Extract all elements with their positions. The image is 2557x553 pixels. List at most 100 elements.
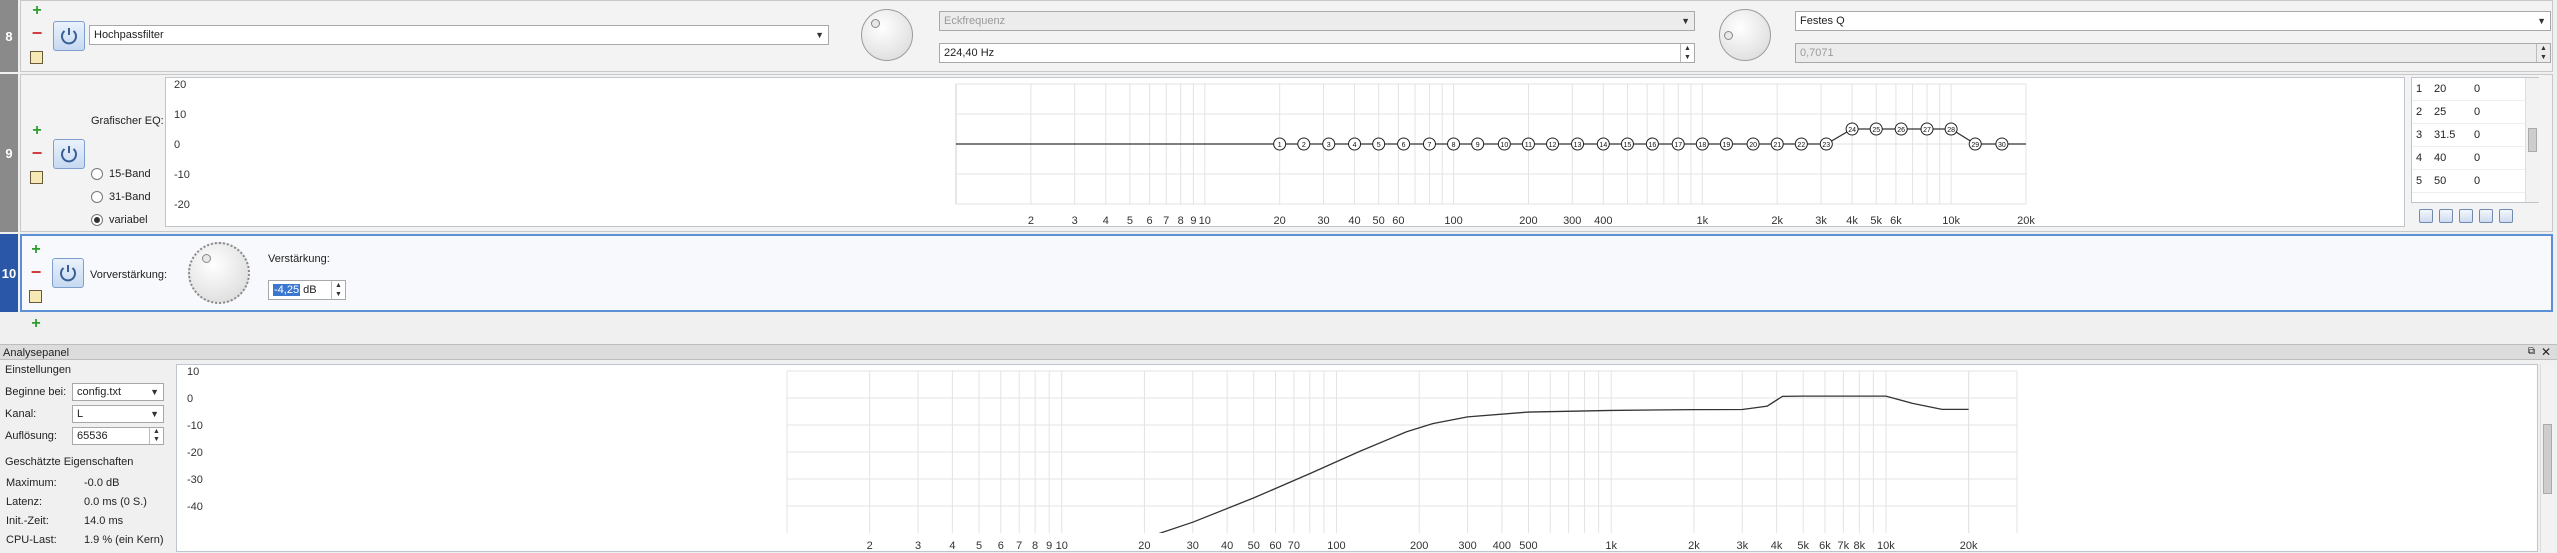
- x-tick-label: 20k: [2017, 215, 2035, 227]
- spin-arrows[interactable]: ▲ ▼: [149, 428, 163, 444]
- x-tick-label: 7k: [1838, 540, 1850, 552]
- minus-icon[interactable]: −: [28, 263, 44, 281]
- power-icon: [61, 28, 77, 45]
- frequency-value: 224,40 Hz: [944, 47, 995, 59]
- eq-band-number: 27: [1923, 127, 1931, 134]
- x-tick-label: 4k: [1771, 540, 1783, 552]
- q-input[interactable]: 0,7071 ▲ ▼: [1795, 43, 2551, 63]
- chevron-down-icon: ▼: [1681, 16, 1690, 26]
- row-number: 9: [0, 74, 18, 232]
- power-button[interactable]: [52, 258, 84, 288]
- knob-marker: [1724, 31, 1733, 40]
- q-knob[interactable]: [1719, 9, 1771, 61]
- x-tick-label: 20: [1138, 540, 1150, 552]
- y-tick-label: 20: [174, 79, 186, 91]
- x-tick-label: 9: [1190, 215, 1196, 227]
- power-button[interactable]: [53, 21, 85, 51]
- prop-value: 0.0 ms (0 S.): [84, 496, 147, 508]
- table-row[interactable]: 5 50 0: [2412, 170, 2538, 193]
- minus-icon[interactable]: −: [29, 144, 45, 162]
- eq-band-number: 9: [1476, 142, 1480, 149]
- frequency-knob[interactable]: [861, 9, 913, 61]
- eq-band-number: 16: [1649, 142, 1657, 149]
- channel-value: L: [77, 408, 84, 420]
- plus-icon[interactable]: +: [28, 242, 44, 258]
- invert-icon[interactable]: [2479, 209, 2493, 223]
- start-label: Beginne bei:: [5, 386, 67, 398]
- load-icon[interactable]: [2419, 209, 2433, 223]
- resolution-input[interactable]: 65536 ▲ ▼: [72, 427, 164, 445]
- radio-31-band[interactable]: [91, 191, 103, 203]
- radio-15-band-label: 15-Band: [109, 168, 151, 180]
- spin-arrows[interactable]: ▲ ▼: [1680, 44, 1694, 62]
- x-tick-label: 7: [1163, 215, 1169, 227]
- preamp-label: Vorverstärkung:: [90, 269, 168, 281]
- eq-band-number: 19: [1723, 142, 1731, 149]
- radio-variabel[interactable]: [91, 214, 103, 226]
- x-tick-label: 50: [1248, 540, 1260, 552]
- table-row[interactable]: 1 20 0: [2412, 78, 2538, 101]
- prop-key: Maximum:: [6, 477, 57, 489]
- add-filter-button[interactable]: +: [28, 316, 44, 332]
- edit-icon[interactable]: [30, 171, 43, 184]
- table-cell: 5: [2416, 175, 2423, 187]
- eq-band-number: 12: [1549, 142, 1557, 149]
- spin-arrows[interactable]: ▲ ▼: [2536, 44, 2550, 62]
- filter-type-select[interactable]: Hochpassfilter ▼: [89, 25, 829, 45]
- analysis-chart[interactable]: 10 0 -10 -20 -30 -40 2 3 4 5 6 7 8 9 10 20 30 40 50 60 70 100…: [176, 364, 2538, 552]
- gain-value: -4,25: [273, 284, 301, 296]
- analysis-panel-title: Analysepanel: [3, 347, 70, 359]
- spin-arrows[interactable]: ▲ ▼: [331, 281, 345, 299]
- scroll-thumb[interactable]: [2528, 128, 2537, 152]
- restore-icon[interactable]: ⧉: [2528, 346, 2535, 357]
- x-tick-label: 6k: [1890, 215, 1902, 227]
- x-tick-label: 400: [1493, 540, 1511, 552]
- chevron-down-icon: ▼: [2537, 16, 2546, 26]
- radio-variabel-label: variabel: [109, 214, 148, 226]
- gain-label: Verstärkung:: [268, 253, 330, 265]
- graphic-eq-chart[interactable]: 20 10 0 -10 -20 2 3 4 5 6 7 8 9 10 20 30 40 50 60 100 200 300…: [165, 77, 2405, 227]
- edit-icon[interactable]: [29, 290, 42, 303]
- channel-select[interactable]: L ▼: [72, 405, 164, 423]
- start-select[interactable]: config.txt ▼: [72, 383, 164, 401]
- x-tick-label: 3k: [1736, 540, 1748, 552]
- scroll-thumb[interactable]: [2543, 424, 2552, 494]
- gain-input[interactable]: -4,25 dB ▲ ▼: [268, 280, 346, 300]
- minus-icon[interactable]: −: [29, 24, 45, 42]
- x-tick-label: 4k: [1846, 215, 1858, 227]
- curve-icon[interactable]: [2459, 209, 2473, 223]
- knob-marker: [871, 19, 880, 28]
- x-tick-label: 200: [1519, 215, 1537, 227]
- x-tick-label: 10: [1056, 540, 1068, 552]
- eq-band-number: 8: [1452, 142, 1456, 149]
- x-tick-label: 6: [1147, 215, 1153, 227]
- radio-15-band[interactable]: [91, 168, 103, 180]
- close-icon[interactable]: ✕: [2541, 345, 2551, 359]
- table-cell: 1: [2416, 83, 2423, 95]
- x-tick-label: 4: [1103, 215, 1109, 227]
- plus-icon[interactable]: +: [29, 3, 45, 19]
- x-tick-label: 5: [1127, 215, 1133, 227]
- analysis-panel-titlebar: Analysepanel ⧉ ✕: [0, 344, 2557, 360]
- save-icon[interactable]: [2439, 209, 2453, 223]
- q-mode-select[interactable]: Festes Q ▼: [1795, 11, 2551, 31]
- eq-band-number: 3: [1327, 142, 1331, 149]
- band-table-scrollbar[interactable]: [2525, 78, 2539, 202]
- band-table[interactable]: 1 20 0 2 25 0 3 31.5 0 4 40 0 5 50 0: [2411, 77, 2539, 203]
- table-row[interactable]: 4 40 0: [2412, 147, 2538, 170]
- analysis-scrollbar[interactable]: [2540, 364, 2554, 552]
- power-button[interactable]: [53, 139, 85, 169]
- plus-icon[interactable]: +: [29, 123, 45, 139]
- gain-knob[interactable]: [188, 242, 250, 304]
- chevron-down-icon: ▼: [150, 409, 159, 419]
- power-icon: [61, 146, 77, 163]
- table-row[interactable]: 3 31.5 0: [2412, 124, 2538, 147]
- frequency-input[interactable]: 224,40 Hz ▲ ▼: [939, 43, 1695, 63]
- frequency-mode-select[interactable]: Eckfrequenz ▼: [939, 11, 1695, 31]
- reset-icon[interactable]: [2499, 209, 2513, 223]
- x-tick-label: 8k: [1853, 540, 1865, 552]
- table-row[interactable]: 2 25 0: [2412, 101, 2538, 124]
- eq-band-number: 7: [1427, 142, 1431, 149]
- y-tick-label: -20: [187, 447, 203, 459]
- edit-icon[interactable]: [30, 51, 43, 64]
